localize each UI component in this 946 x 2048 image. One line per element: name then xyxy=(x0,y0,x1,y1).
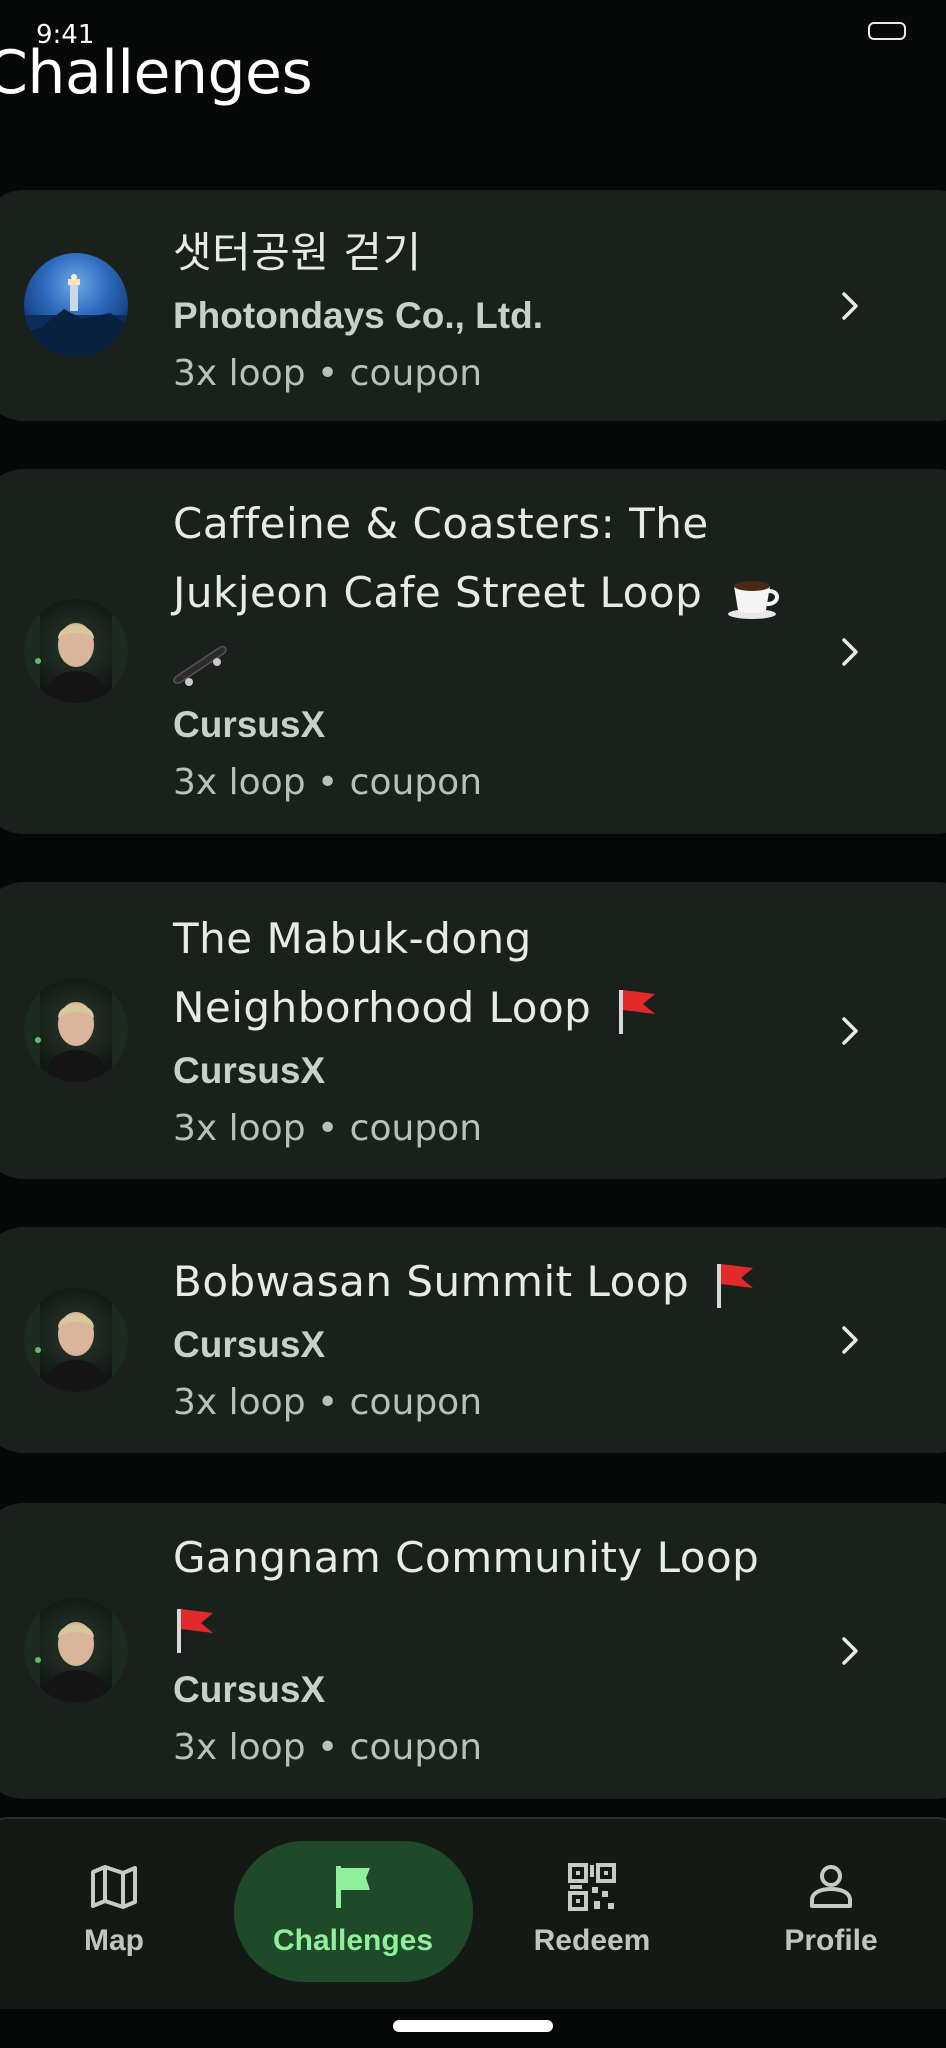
challenge-title-text: The Mabuk-dong Neighborhood Loop xyxy=(173,914,592,1032)
organizer-avatar xyxy=(24,978,128,1082)
challenge-organizer: CursusX xyxy=(173,1050,326,1091)
home-indicator[interactable] xyxy=(393,2020,553,2032)
nav-label-challenges: Challenges xyxy=(272,1924,434,1957)
lighthouse-photo-icon xyxy=(24,274,128,357)
person-photo-icon xyxy=(24,978,128,1082)
qr-code-icon xyxy=(568,1863,616,1911)
challenge-meta: 3x loop • coupon xyxy=(173,1108,483,1149)
challenge-title-text: Bobwasan Summit Loop xyxy=(173,1257,690,1306)
nav-item-challenges[interactable]: Challenges xyxy=(253,1840,453,1980)
challenge-organizer: Photondays Co., Ltd. xyxy=(173,295,543,336)
challenge-meta: 3x loop • coupon xyxy=(173,353,483,394)
person-icon xyxy=(810,1865,852,1908)
challenge-meta: 3x loop • coupon xyxy=(173,1382,483,1423)
challenge-title: Bobwasan Summit Loop xyxy=(173,1247,813,1316)
person-photo-icon xyxy=(24,1598,128,1702)
challenge-card[interactable]: The Mabuk-dong Neighborhood Loop CursusX… xyxy=(0,882,946,1179)
organizer-avatar xyxy=(24,599,128,703)
challenge-card[interactable]: 샛터공원 걷기 Photondays Co., Ltd. 3x loop • c… xyxy=(0,190,946,421)
chevron-right-icon xyxy=(842,1637,858,1665)
nav-label-profile: Profile xyxy=(784,1924,878,1957)
nav-label-redeem: Redeem xyxy=(533,1924,651,1957)
page-title: Challenges xyxy=(0,38,313,108)
challenge-title: Caffeine & Coasters: The Jukjeon Cafe St… xyxy=(173,489,813,696)
chevron-right-icon xyxy=(842,638,858,666)
challenge-title-text: Caffeine & Coasters: The Jukjeon Cafe St… xyxy=(173,499,709,617)
red-flag-icon xyxy=(619,989,656,1034)
challenge-title-text: Gangnam Community Loop xyxy=(173,1533,760,1582)
chevron-right-icon xyxy=(842,292,858,320)
nav-item-redeem[interactable]: Redeem xyxy=(492,1840,692,1980)
red-flag-icon xyxy=(177,1608,213,1653)
skateboard-icon xyxy=(173,645,227,686)
organizer-avatar xyxy=(24,1288,128,1392)
nav-label-map: Map xyxy=(84,1924,144,1957)
map-icon xyxy=(91,1865,137,1909)
challenge-organizer: CursusX xyxy=(173,704,326,745)
challenge-card[interactable]: Gangnam Community Loop CursusX 3x loop •… xyxy=(0,1503,946,1799)
challenge-title: 샛터공원 걷기 xyxy=(173,228,422,277)
challenge-meta: 3x loop • coupon xyxy=(173,1727,483,1768)
flag-icon xyxy=(336,1866,370,1908)
challenge-organizer: CursusX xyxy=(173,1324,326,1365)
challenge-meta: 3x loop • coupon xyxy=(173,762,483,803)
coffee-icon xyxy=(728,580,780,619)
nav-item-profile[interactable]: Profile xyxy=(731,1840,931,1980)
chevron-right-icon xyxy=(842,1017,858,1045)
challenge-title: Gangnam Community Loop xyxy=(173,1523,813,1661)
person-photo-icon xyxy=(24,599,128,703)
challenge-organizer: CursusX xyxy=(173,1669,326,1710)
red-flag-icon xyxy=(717,1263,754,1308)
chevron-right-icon xyxy=(842,1326,858,1354)
person-photo-icon xyxy=(24,1288,128,1392)
organizer-avatar xyxy=(24,253,128,357)
nav-item-map[interactable]: Map xyxy=(14,1840,214,1980)
organizer-avatar xyxy=(24,1598,128,1702)
challenge-card[interactable]: Caffeine & Coasters: The Jukjeon Cafe St… xyxy=(0,469,946,834)
challenge-card[interactable]: Bobwasan Summit Loop CursusX 3x loop • c… xyxy=(0,1227,946,1453)
challenge-title: The Mabuk-dong Neighborhood Loop xyxy=(173,904,813,1042)
battery-icon xyxy=(868,22,906,40)
